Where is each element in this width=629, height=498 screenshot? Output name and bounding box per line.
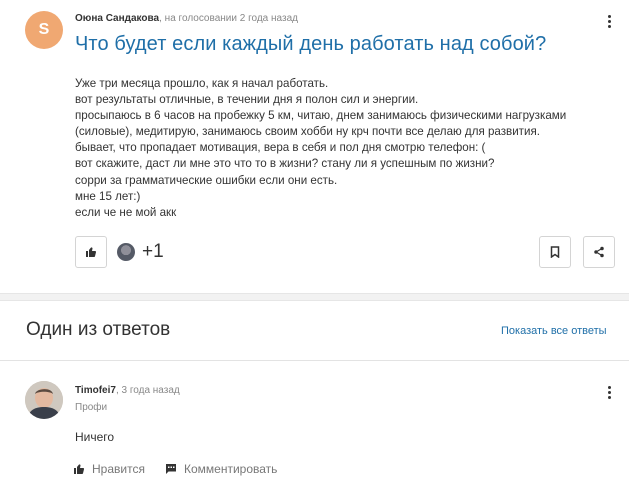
question-body-line: мне 15 лет:)	[75, 189, 141, 203]
share-icon	[594, 246, 604, 258]
question-meta: Оюна Сандакова, на голосовании 2 года на…	[75, 13, 298, 24]
question-body-line: бывает, что пропадает мотивация, вера в …	[75, 141, 486, 155]
question-author[interactable]: Оюна Сандакова	[75, 13, 159, 24]
user-photo	[25, 381, 63, 419]
answer-text: Ничего	[75, 430, 115, 444]
thumbs-up-icon	[74, 464, 85, 475]
question-body-line: сорри за грамматические ошибки если они …	[75, 173, 338, 187]
thumbs-up-icon	[86, 247, 97, 258]
answer-author[interactable]: Timofei7	[75, 385, 116, 396]
question-title: Что будет если каждый день работать над …	[75, 33, 547, 55]
likers-count[interactable]: +1	[142, 241, 164, 263]
question-status: , на голосовании 2 года назад	[159, 13, 298, 24]
like-answer-button[interactable]: Нравится	[73, 462, 145, 476]
question-more-icon[interactable]	[601, 12, 617, 30]
question-body-line: вот скажите, даст ли мне это что то в жи…	[75, 157, 495, 171]
answer-author-avatar[interactable]	[25, 381, 63, 419]
question-body-line: вот результаты отличные, в течении дня я…	[75, 93, 419, 107]
like-question-button[interactable]	[75, 236, 107, 268]
divider	[0, 360, 629, 361]
question-body-line: если че не мой акк	[75, 205, 177, 219]
question-body: Уже три месяца прошло, как я начал работ…	[75, 76, 615, 221]
bookmark-icon	[550, 246, 560, 258]
section-divider	[0, 293, 629, 301]
author-avatar[interactable]: S	[25, 11, 63, 49]
question-body-line: Уже три месяца прошло, как я начал работ…	[75, 77, 329, 90]
bookmark-button[interactable]	[539, 236, 571, 268]
answers-heading: Один из ответов	[26, 319, 171, 340]
answer-rank: Профи	[75, 402, 108, 413]
question-body-line: просыпаюсь в 6 часов на пробежку 5 км, ч…	[75, 109, 567, 123]
liker-avatar[interactable]	[117, 243, 135, 261]
answer-more-icon[interactable]	[601, 383, 617, 401]
question-body-line: (силовые), медитирую, занимаюсь своим хо…	[75, 125, 540, 139]
comment-button[interactable]: Комментировать	[165, 462, 277, 476]
answer-meta: Timofei7, 3 года назад	[75, 385, 180, 396]
comment-icon	[166, 464, 176, 474]
comment-label: Комментировать	[184, 462, 278, 476]
show-all-answers-link[interactable]: Показать все ответы	[501, 325, 607, 337]
share-button[interactable]	[583, 236, 615, 268]
like-label: Нравится	[92, 462, 145, 476]
avatar-letter: S	[38, 21, 50, 38]
answer-time: , 3 года назад	[115, 385, 180, 396]
